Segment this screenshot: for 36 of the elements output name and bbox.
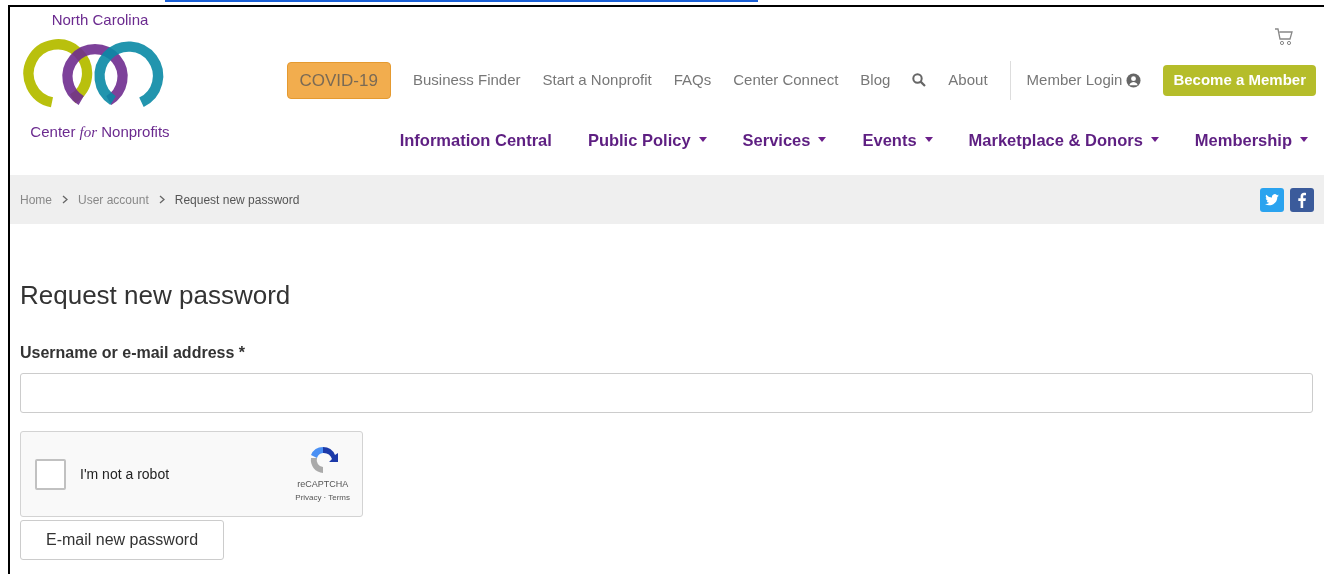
- covid-link[interactable]: COVID-19: [286, 61, 391, 99]
- nav-link[interactable]: FAQs: [673, 69, 712, 92]
- robot-checkbox[interactable]: [35, 458, 66, 490]
- nav-link[interactable]: Start a Nonprofit: [542, 69, 652, 92]
- member-login-link[interactable]: Member Login: [1009, 61, 1142, 100]
- nav-link[interactable]: Blog: [860, 69, 891, 92]
- nav-link[interactable]: Business Finder: [412, 69, 521, 92]
- facebook-icon[interactable]: [1290, 187, 1314, 212]
- main-nav-item[interactable]: Public Policy: [587, 127, 707, 153]
- nav-link[interactable]: About: [948, 69, 988, 92]
- cart-icon[interactable]: [1274, 27, 1294, 47]
- chevron-icon: [62, 195, 68, 204]
- terms-link[interactable]: Terms: [328, 491, 350, 504]
- field-label: Username or e-mail address *: [20, 343, 246, 363]
- submit-button[interactable]: E-mail new password: [20, 520, 224, 560]
- user-icon: [1126, 72, 1142, 88]
- logo-bottom-text: Center for Nonprofits: [30, 121, 170, 142]
- recaptcha-brand: reCAPTCHA: [297, 478, 349, 492]
- breadcrumb-link[interactable]: User account: [78, 190, 149, 209]
- separator-text: ·: [323, 491, 327, 504]
- nav-link[interactable]: Center Connect: [733, 69, 839, 92]
- username-field[interactable]: [20, 373, 1313, 413]
- breadcrumb-current-page: Request new password: [174, 191, 300, 209]
- robot-label: I'm not a robot: [80, 464, 171, 484]
- page-title: Request new password: [20, 279, 292, 311]
- main-nav-item[interactable]: Marketplace & Donors: [968, 127, 1159, 153]
- main-nav-item[interactable]: Membership: [1194, 127, 1308, 153]
- chevron-icon: [158, 195, 165, 204]
- main-nav-item[interactable]: Services: [742, 127, 827, 153]
- twitter-icon[interactable]: [1260, 187, 1284, 212]
- breadcrumb-link[interactable]: Home: [20, 190, 52, 209]
- privacy-link[interactable]: Privacy: [295, 491, 322, 504]
- main-nav-item[interactable]: Information Central: [399, 127, 552, 153]
- logo-top-text: North Carolina: [51, 10, 149, 30]
- main-nav-item[interactable]: Events: [862, 127, 933, 153]
- search-icon[interactable]: [912, 73, 927, 88]
